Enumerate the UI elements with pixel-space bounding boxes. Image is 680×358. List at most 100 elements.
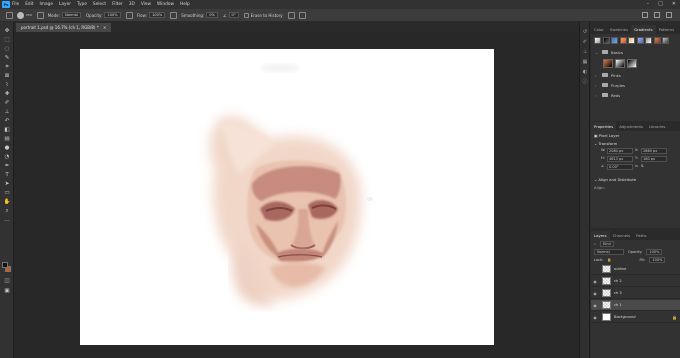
rectangle-tool-icon[interactable]: ▭ bbox=[3, 190, 11, 196]
document-canvas[interactable] bbox=[80, 49, 494, 345]
foreground-color-swatch[interactable] bbox=[2, 262, 8, 268]
document-tab[interactable]: portrait 1.psd @ 16.7% (ch 1, RGB/8) * × bbox=[16, 23, 112, 32]
gradient-folder-purples[interactable]: › Purples bbox=[591, 80, 680, 90]
maximize-icon[interactable]: □ bbox=[658, 1, 663, 7]
adjustments-panel-icon[interactable]: ◐ bbox=[582, 70, 588, 75]
gradient-folder-pinks[interactable]: › Pinks bbox=[591, 70, 680, 80]
pen-tool-icon[interactable]: ✒ bbox=[3, 163, 11, 169]
lasso-tool-icon[interactable]: ◌ bbox=[3, 46, 11, 52]
eyedropper-tool-icon[interactable]: ⌇ bbox=[3, 82, 11, 88]
move-tool-icon[interactable]: ✥ bbox=[3, 28, 11, 34]
gradient-swatch[interactable] bbox=[615, 59, 625, 68]
menu-view[interactable]: View bbox=[141, 2, 151, 7]
smoothing-control[interactable]: Smoothing: 0% bbox=[181, 12, 218, 18]
menu-file[interactable]: File bbox=[12, 2, 19, 7]
opacity-field[interactable]: 100% bbox=[104, 12, 121, 18]
lock-icon[interactable]: 🔒 bbox=[607, 258, 611, 262]
close-tab-icon[interactable]: × bbox=[103, 25, 106, 30]
x-field[interactable]: 2860 px bbox=[641, 148, 667, 154]
minimize-icon[interactable]: – bbox=[647, 1, 650, 7]
path-selection-tool-icon[interactable]: ➤ bbox=[3, 181, 11, 187]
gradient-folder-basics[interactable]: ⌄ Basics bbox=[591, 47, 680, 57]
layer-row-outline[interactable]: outline bbox=[591, 264, 680, 275]
gradient-swatch[interactable] bbox=[636, 37, 644, 44]
history-brush-tool-icon[interactable]: ↶ bbox=[3, 118, 11, 124]
crop-tool-icon[interactable]: ⌗ bbox=[3, 64, 11, 70]
workspace-icon[interactable] bbox=[654, 12, 660, 18]
dodge-tool-icon[interactable]: ◔ bbox=[3, 154, 11, 160]
tab-gradients[interactable]: Gradients bbox=[631, 25, 656, 34]
erase-history-checkbox[interactable] bbox=[243, 12, 249, 18]
tab-swatches[interactable]: Swatches bbox=[607, 25, 631, 34]
gradient-swatch[interactable] bbox=[662, 37, 669, 44]
tab-libraries[interactable]: Libraries bbox=[646, 122, 668, 131]
brush-tool-icon[interactable]: ✐ bbox=[3, 100, 11, 106]
gradient-swatch[interactable] bbox=[645, 37, 652, 44]
hand-tool-icon[interactable]: ✋ bbox=[3, 199, 11, 205]
gradient-swatch[interactable] bbox=[594, 37, 601, 44]
tab-color[interactable]: Color bbox=[591, 25, 607, 34]
flow-field[interactable]: 100% bbox=[149, 12, 166, 18]
gradient-swatch[interactable] bbox=[602, 37, 610, 44]
canvas-area[interactable] bbox=[14, 32, 579, 358]
menu-image[interactable]: Image bbox=[40, 2, 53, 7]
eraser-tool-preset-icon[interactable] bbox=[6, 11, 13, 19]
menu-window[interactable]: Window bbox=[157, 2, 174, 7]
gradient-tool-icon[interactable]: ▤ bbox=[3, 136, 11, 142]
y-field[interactable]: 180 px bbox=[641, 156, 667, 162]
frame-tool-icon[interactable]: ⊠ bbox=[3, 73, 11, 79]
share-icon[interactable] bbox=[666, 12, 672, 18]
airbrush-icon[interactable] bbox=[170, 11, 178, 19]
healing-brush-tool-icon[interactable]: ✚ bbox=[3, 91, 11, 97]
gradient-folder-reds[interactable]: › Reds bbox=[591, 90, 680, 100]
menu-filter[interactable]: Filter bbox=[112, 2, 123, 7]
brush-panel-icon[interactable]: ✐ bbox=[582, 40, 588, 45]
layer-kind-filter[interactable]: Kind bbox=[599, 241, 614, 247]
swatches-panel-icon[interactable]: ▦ bbox=[582, 60, 588, 65]
gradient-swatch[interactable] bbox=[603, 59, 613, 68]
eraser-tool-icon[interactable]: ◧ bbox=[3, 127, 11, 133]
align-section[interactable]: ⌄ Align and Distribute bbox=[591, 176, 680, 184]
menu-help[interactable]: Help bbox=[180, 2, 190, 7]
angle-control[interactable]: ∠ 0° bbox=[223, 12, 239, 18]
clone-source-icon[interactable]: ⊥ bbox=[582, 50, 588, 55]
tab-layers[interactable]: Layers bbox=[591, 231, 610, 240]
quick-mask-icon[interactable]: ◫ bbox=[3, 278, 11, 284]
menu-3d[interactable]: 3D bbox=[129, 2, 135, 7]
blend-mode-select[interactable]: Normal bbox=[594, 249, 624, 255]
symmetry-icon[interactable] bbox=[298, 11, 306, 19]
app-logo[interactable]: Ps bbox=[2, 1, 10, 8]
clone-stamp-tool-icon[interactable]: ⊥ bbox=[3, 109, 11, 115]
pressure-opacity-icon[interactable] bbox=[125, 11, 133, 19]
angle-field[interactable]: 0° bbox=[228, 12, 239, 18]
tab-paths[interactable]: Paths bbox=[633, 231, 649, 240]
gradient-swatch[interactable] bbox=[627, 59, 637, 68]
menu-edit[interactable]: Edit bbox=[25, 2, 33, 7]
zoom-tool-icon[interactable]: ⌕ bbox=[3, 208, 11, 214]
tab-adjustments[interactable]: Adjustments bbox=[616, 122, 646, 131]
info-panel-icon[interactable]: ⓘ bbox=[582, 80, 588, 85]
gradient-swatch[interactable] bbox=[611, 37, 618, 44]
mode-select[interactable]: Normal bbox=[61, 12, 81, 18]
tab-channels[interactable]: Channels bbox=[610, 231, 634, 240]
close-icon[interactable]: ✕ bbox=[672, 1, 676, 7]
flip-vertical-icon[interactable]: ⇅ bbox=[641, 164, 667, 170]
eye-icon[interactable]: ◉ bbox=[591, 279, 599, 284]
pressure-size-icon[interactable] bbox=[287, 11, 295, 19]
w-field[interactable]: 2084 px bbox=[607, 148, 633, 154]
angle-field[interactable]: 0.00° bbox=[607, 164, 633, 170]
fill-field[interactable]: 100% bbox=[649, 257, 666, 263]
mode-control[interactable]: Mode: Normal bbox=[48, 12, 81, 18]
history-panel-icon[interactable]: ↺ bbox=[582, 30, 588, 35]
layer-opacity-field[interactable]: 100% bbox=[646, 249, 663, 255]
eye-icon[interactable]: ◉ bbox=[591, 315, 599, 320]
eye-icon[interactable]: ◉ bbox=[591, 303, 599, 308]
erase-to-history-control[interactable]: Erase to History bbox=[243, 12, 283, 18]
gradient-swatch[interactable] bbox=[619, 37, 627, 44]
h-field[interactable]: 4613 px bbox=[607, 156, 633, 162]
layer-row-background[interactable]: ◉ Background 🔒 bbox=[591, 312, 680, 323]
opacity-control[interactable]: Opacity: 100% bbox=[86, 12, 121, 18]
flip-icon[interactable]: ⇋ bbox=[635, 164, 639, 170]
layer-row-ch1[interactable]: ◉ ch 1 bbox=[591, 300, 680, 311]
smoothing-field[interactable]: 0% bbox=[206, 12, 218, 18]
